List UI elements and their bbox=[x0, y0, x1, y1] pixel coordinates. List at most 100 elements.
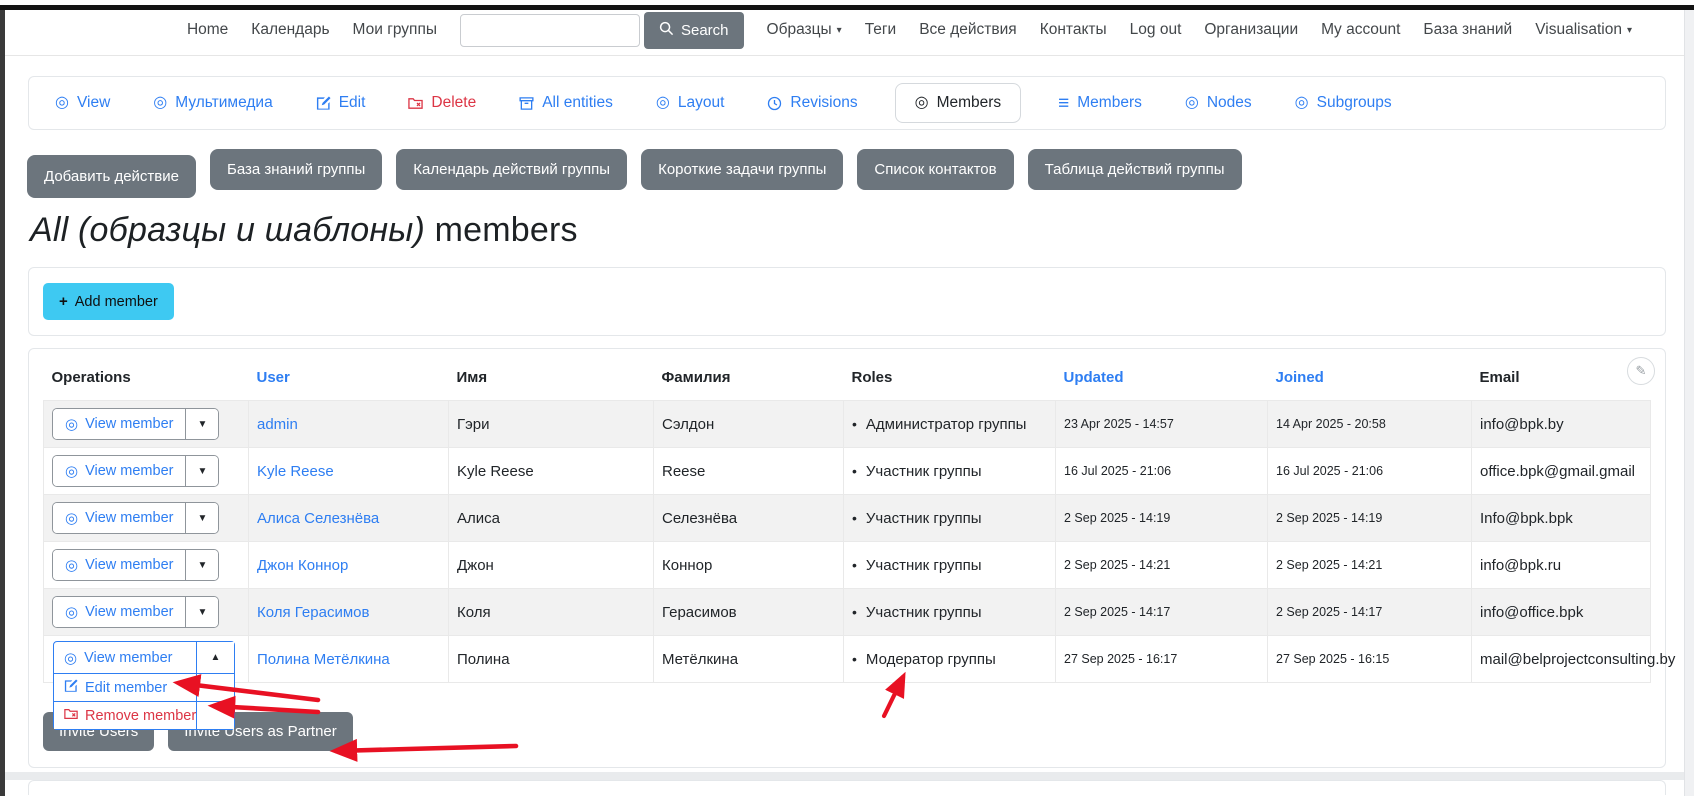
caret-down-icon: ▼ bbox=[198, 607, 208, 618]
table-row: ◎View member ▼ Алиса Селезнёва Алиса Сел… bbox=[44, 495, 1651, 542]
last-name-cell: Коннор bbox=[654, 542, 844, 589]
column-header-email: Email bbox=[1472, 365, 1651, 401]
add-member-button[interactable]: + Add member bbox=[43, 283, 174, 320]
eye-icon: ◎ bbox=[1185, 95, 1199, 111]
nav-item-organizations[interactable]: Организации bbox=[1204, 21, 1298, 39]
pencil-square-icon bbox=[316, 96, 331, 111]
user-link[interactable]: Полина Метёлкина bbox=[257, 651, 390, 668]
column-header-updated[interactable]: Updated bbox=[1056, 365, 1268, 401]
eye-icon: ◎ bbox=[65, 556, 78, 574]
user-link[interactable]: Kyle Reese bbox=[257, 463, 334, 480]
view-member-button[interactable]: ◎View member bbox=[54, 642, 196, 673]
updated-cell: 16 Jul 2025 - 21:06 bbox=[1056, 448, 1268, 495]
tab-multimedia[interactable]: ◎Мультимедиа bbox=[153, 94, 272, 112]
operations-dropdown-toggle[interactable]: ▼ bbox=[185, 597, 218, 627]
joined-cell: 16 Jul 2025 - 21:06 bbox=[1268, 448, 1472, 495]
operations-dropdown-toggle[interactable]: ▼ bbox=[185, 503, 218, 533]
list-icon: ≡ bbox=[1058, 94, 1069, 113]
search-button[interactable]: Search bbox=[644, 12, 744, 49]
last-name-cell: Селезнёва bbox=[654, 495, 844, 542]
tab-subgroups[interactable]: ◎Subgroups bbox=[1295, 94, 1392, 112]
group-short-tasks-button[interactable]: Короткие задачи группы bbox=[641, 149, 843, 190]
tab-view[interactable]: ◎View bbox=[55, 94, 110, 112]
user-link[interactable]: Коля Герасимов bbox=[257, 604, 369, 621]
search-box: Search bbox=[460, 12, 744, 49]
view-member-button-group: ◎View member ▼ bbox=[52, 408, 219, 440]
edit-member-menu-item[interactable]: Edit member bbox=[54, 674, 234, 702]
nav-item-tags[interactable]: Теги bbox=[865, 21, 897, 39]
top-navigation: Home Календарь Мои группы Search Образцы… bbox=[0, 5, 1694, 56]
nav-item-samples[interactable]: Образцы▾ bbox=[767, 21, 842, 39]
vertical-scrollbar[interactable] bbox=[1684, 10, 1694, 796]
table-row: ◎View member ▲ Edit member Remove member bbox=[44, 636, 1651, 683]
edit-view-pencil-button[interactable]: ✎ bbox=[1627, 357, 1655, 385]
members-table: Operations User Имя Фамилия Roles Update… bbox=[43, 365, 1651, 683]
group-actions-table-button[interactable]: Таблица действий группы bbox=[1028, 149, 1242, 190]
view-member-button[interactable]: ◎View member bbox=[53, 456, 185, 486]
nav-item-all-actions[interactable]: Все действия bbox=[919, 21, 1016, 39]
remove-member-menu-item[interactable]: Remove member bbox=[54, 702, 234, 729]
first-name-cell: Джон bbox=[449, 542, 654, 589]
nav-item-my-groups[interactable]: Мои группы bbox=[353, 21, 437, 39]
first-name-cell: Полина bbox=[449, 636, 654, 683]
last-name-cell: Сэлдон bbox=[654, 401, 844, 448]
tab-layout[interactable]: ◎Layout bbox=[656, 94, 725, 112]
user-link[interactable]: admin bbox=[257, 416, 298, 433]
operations-dropdown-toggle[interactable]: ▼ bbox=[185, 409, 218, 439]
user-link[interactable]: Алиса Селезнёва bbox=[257, 510, 379, 527]
eye-icon: ◎ bbox=[915, 95, 929, 111]
table-row: ◎View member ▼ Коля Герасимов Коля Герас… bbox=[44, 589, 1651, 636]
nav-item-knowledge-base[interactable]: База знаний bbox=[1423, 21, 1512, 39]
folder-x-icon bbox=[408, 96, 423, 111]
operations-dropdown-toggle[interactable]: ▼ bbox=[185, 550, 218, 580]
user-link[interactable]: Джон Коннор bbox=[257, 557, 348, 574]
operations-dropdown-toggle[interactable]: ▼ bbox=[185, 456, 218, 486]
column-header-joined[interactable]: Joined bbox=[1268, 365, 1472, 401]
table-row: ◎View member ▼ admin Гэри Сэлдон •Админи… bbox=[44, 401, 1651, 448]
nav-item-visualisation[interactable]: Visualisation▾ bbox=[1535, 21, 1632, 39]
nav-item-home[interactable]: Home bbox=[187, 21, 228, 39]
eye-icon: ◎ bbox=[65, 415, 78, 433]
caret-down-icon: ▼ bbox=[198, 560, 208, 571]
operations-dropdown-toggle[interactable]: ▲ bbox=[196, 642, 234, 673]
nav-item-my-account[interactable]: My account bbox=[1321, 21, 1400, 39]
column-header-user[interactable]: User bbox=[249, 365, 449, 401]
tab-all-entities[interactable]: All entities bbox=[519, 94, 613, 112]
contacts-list-button[interactable]: Список контактов bbox=[857, 149, 1013, 190]
role-cell: •Участник группы bbox=[844, 542, 1056, 589]
group-actions-calendar-button[interactable]: Календарь действий группы bbox=[396, 149, 627, 190]
group-knowledge-base-button[interactable]: База знаний группы bbox=[210, 149, 382, 190]
caret-down-icon: ▼ bbox=[198, 466, 208, 477]
tab-nodes[interactable]: ◎Nodes bbox=[1185, 94, 1252, 112]
eye-icon: ◎ bbox=[65, 509, 78, 527]
role-cell: •Участник группы bbox=[844, 448, 1056, 495]
tab-members-list[interactable]: ≡Members bbox=[1058, 94, 1142, 113]
bullet-icon: • bbox=[852, 510, 857, 526]
updated-cell: 23 Apr 2025 - 14:57 bbox=[1056, 401, 1268, 448]
role-cell: •Участник группы bbox=[844, 495, 1056, 542]
nav-item-contacts[interactable]: Контакты bbox=[1040, 21, 1107, 39]
table-row: ◎View member ▼ Kyle Reese Kyle Reese Ree… bbox=[44, 448, 1651, 495]
joined-cell: 14 Apr 2025 - 20:58 bbox=[1268, 401, 1472, 448]
eye-icon: ◎ bbox=[65, 603, 78, 621]
tab-members-active[interactable]: ◎Members bbox=[895, 83, 1022, 123]
add-action-button[interactable]: Добавить действие bbox=[27, 155, 196, 198]
tab-revisions[interactable]: Revisions bbox=[767, 94, 857, 112]
first-name-cell: Гэри bbox=[449, 401, 654, 448]
page-title-group-name: All (образцы и шаблоны) bbox=[30, 211, 425, 249]
search-input[interactable] bbox=[460, 14, 640, 47]
view-member-button[interactable]: ◎View member bbox=[53, 503, 185, 533]
joined-cell: 2 Sep 2025 - 14:19 bbox=[1268, 495, 1472, 542]
tab-delete[interactable]: Delete bbox=[408, 94, 476, 112]
first-name-cell: Коля bbox=[449, 589, 654, 636]
nav-item-log-out[interactable]: Log out bbox=[1130, 21, 1182, 39]
eye-icon: ◎ bbox=[1295, 95, 1309, 111]
first-name-cell: Алиса bbox=[449, 495, 654, 542]
search-button-label: Search bbox=[681, 22, 729, 39]
view-member-button[interactable]: ◎View member bbox=[53, 597, 185, 627]
view-member-button[interactable]: ◎View member bbox=[53, 550, 185, 580]
nav-item-calendar[interactable]: Календарь bbox=[251, 21, 329, 39]
view-member-button[interactable]: ◎View member bbox=[53, 409, 185, 439]
role-cell: •Модератор группы bbox=[844, 636, 1056, 683]
tab-edit[interactable]: Edit bbox=[316, 94, 366, 112]
